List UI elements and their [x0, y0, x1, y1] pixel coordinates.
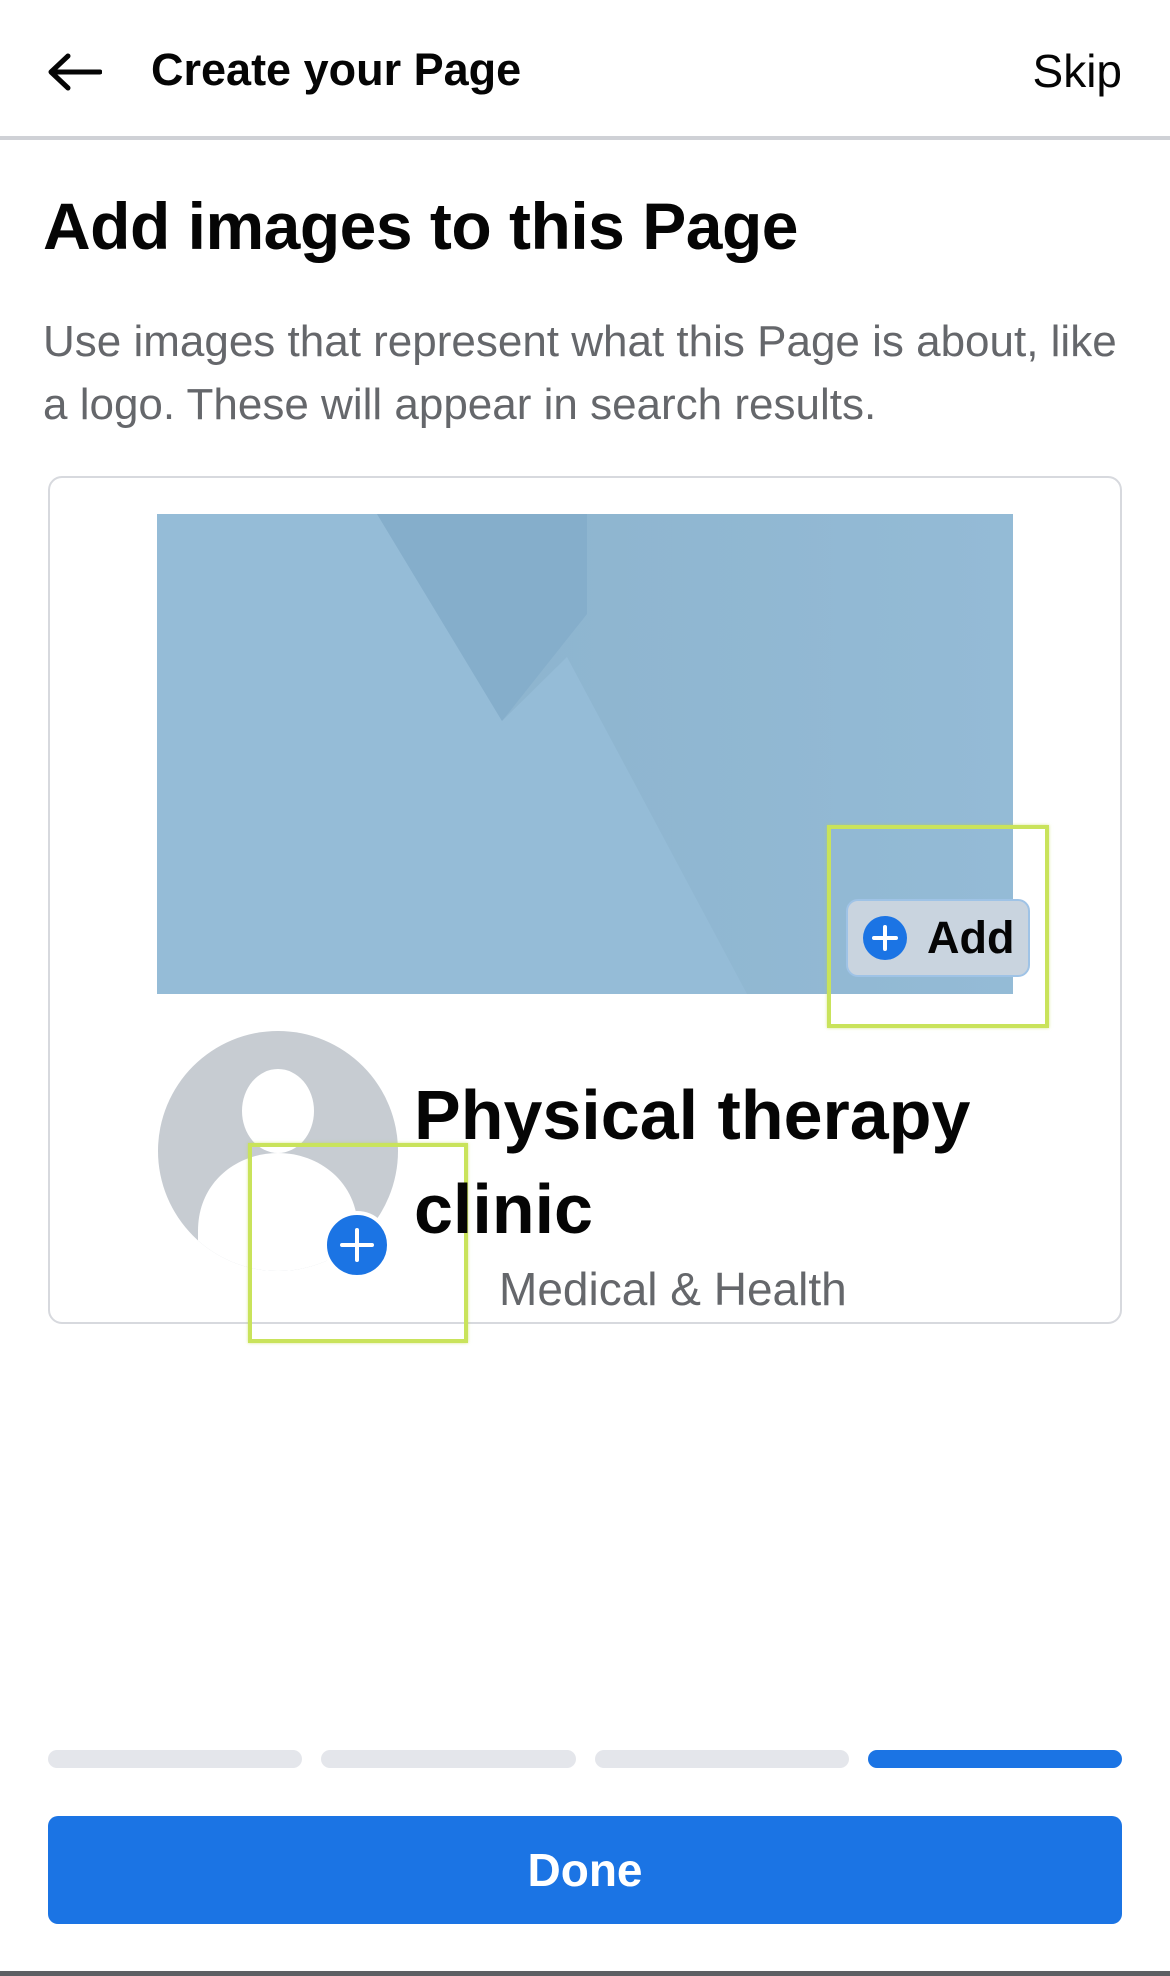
- progress-step-1: [48, 1750, 303, 1768]
- progress-step-2: [321, 1750, 576, 1768]
- top-app-bar: Create your Page Skip: [0, 0, 1170, 140]
- plus-circle-icon: [863, 916, 907, 960]
- bottom-edge-bar: [0, 1971, 1170, 1976]
- arrow-left-icon: [48, 53, 102, 91]
- page-name: Physical therapy clinic: [414, 1076, 971, 1248]
- add-cover-photo-button[interactable]: Add: [846, 899, 1030, 977]
- page-category: Medical & Health: [499, 1263, 847, 1315]
- done-button[interactable]: Done: [48, 1816, 1122, 1924]
- back-button[interactable]: [38, 36, 110, 108]
- add-cover-label: Add: [927, 912, 1015, 963]
- skip-button[interactable]: Skip: [1033, 44, 1122, 98]
- progress-step-4: [867, 1750, 1122, 1768]
- page-headline: Add images to this Page: [43, 189, 798, 263]
- progress-step-3: [594, 1750, 849, 1768]
- add-profile-picture-button[interactable]: [323, 1211, 391, 1279]
- header-title: Create your Page: [151, 44, 522, 95]
- step-progress-indicator: [48, 1750, 1122, 1768]
- plus-icon: [340, 1228, 374, 1262]
- page-description: Use images that represent what this Page…: [43, 317, 1117, 429]
